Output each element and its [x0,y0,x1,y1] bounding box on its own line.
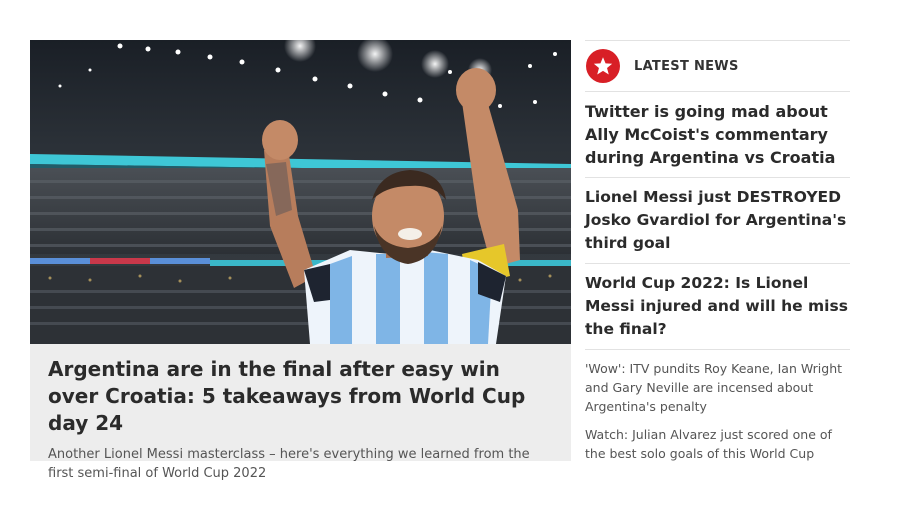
messi-celebration-photo [30,40,571,344]
news-headline[interactable]: Watch: Julian Alvarez just scored one of… [585,425,850,463]
latest-news-panel: LATEST NEWS Twitter is going mad about A… [585,40,850,463]
latest-news-title: LATEST NEWS [634,58,739,74]
news-item[interactable]: Lionel Messi just DESTROYED Josko Gvardi… [585,178,850,264]
news-item[interactable]: Watch: Julian Alvarez just scored one of… [585,416,850,463]
featured-article-title[interactable]: Argentina are in the final after easy wi… [48,356,553,437]
news-item[interactable]: 'Wow': ITV pundits Roy Keane, Ian Wright… [585,350,850,416]
featured-article[interactable]: Argentina are in the final after easy wi… [30,40,571,481]
news-headline[interactable]: 'Wow': ITV pundits Roy Keane, Ian Wright… [585,359,850,416]
news-item[interactable]: Twitter is going mad about Ally McCoist'… [585,92,850,178]
featured-article-image[interactable] [30,40,571,344]
news-headline[interactable]: World Cup 2022: Is Lionel Messi injured … [585,272,850,341]
news-headline[interactable]: Lionel Messi just DESTROYED Josko Gvardi… [585,186,850,255]
latest-news-header: LATEST NEWS [585,40,850,92]
news-item[interactable]: World Cup 2022: Is Lionel Messi injured … [585,264,850,350]
news-headline[interactable]: Twitter is going mad about Ally McCoist'… [585,100,850,169]
star-icon [586,49,620,83]
featured-article-summary: Another Lionel Messi masterclass – here'… [48,447,530,481]
